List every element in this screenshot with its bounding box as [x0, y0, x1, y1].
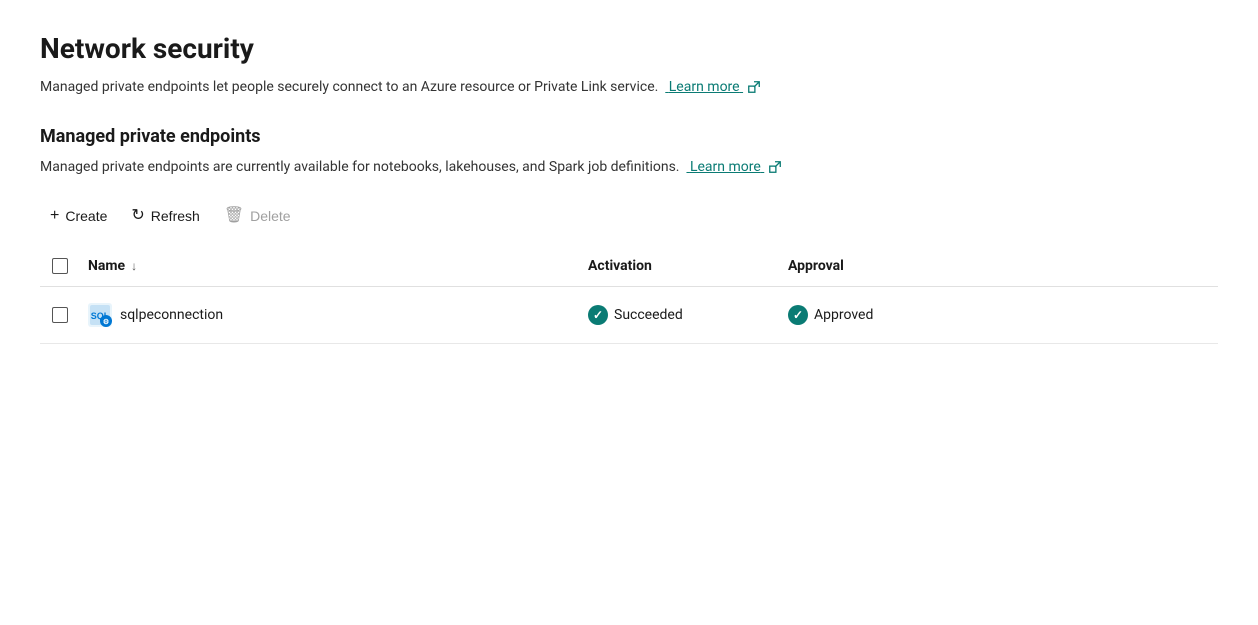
create-button[interactable]: + Create: [40, 202, 117, 230]
endpoint-name: sqlpeconnection: [120, 307, 223, 323]
column-header-extra: [980, 262, 1218, 270]
page-description: Managed private endpoints let people sec…: [40, 77, 800, 98]
name-cell: SQL ⚙ sqlpeconnection: [80, 299, 580, 331]
learn-more-link-1[interactable]: Learn more: [665, 79, 743, 95]
external-link-icon-2: [768, 160, 782, 174]
svg-text:⚙: ⚙: [103, 318, 109, 326]
refresh-label: Refresh: [151, 208, 200, 224]
column-header-name: Name ↓: [80, 254, 580, 278]
approval-status-text: Approved: [814, 307, 873, 323]
delete-label: Delete: [250, 208, 290, 224]
plus-icon: +: [50, 208, 59, 224]
approval-status-badge: Approved: [788, 305, 972, 325]
activation-cell: Succeeded: [580, 301, 780, 329]
section-title: Managed private endpoints: [40, 126, 1218, 147]
header-checkbox-wrapper: [40, 258, 80, 274]
approved-icon: [788, 305, 808, 325]
delete-button[interactable]: 🗑 Delete: [214, 202, 301, 230]
learn-more-link-2[interactable]: Learn more: [686, 159, 764, 175]
refresh-button[interactable]: ↻ Refresh: [121, 202, 209, 230]
activation-status-text: Succeeded: [614, 307, 683, 323]
approval-cell: Approved: [780, 301, 980, 329]
sort-icon[interactable]: ↓: [131, 259, 137, 273]
extra-cell: [980, 311, 1218, 319]
sql-icon: SQL ⚙: [88, 303, 112, 327]
section-description: Managed private endpoints are currently …: [40, 157, 800, 178]
activation-status-badge: Succeeded: [588, 305, 772, 325]
table-header: Name ↓ Activation Approval: [40, 246, 1218, 287]
select-all-checkbox[interactable]: [52, 258, 68, 274]
column-header-activation: Activation: [580, 254, 780, 278]
row-checkbox[interactable]: [52, 307, 68, 323]
row-checkbox-wrapper: [40, 307, 80, 323]
toolbar: + Create ↻ Refresh 🗑 Delete: [40, 202, 1218, 230]
external-link-icon-1: [747, 80, 761, 94]
table-row: SQL ⚙ sqlpeconnection Succeeded Approved: [40, 287, 1218, 344]
trash-icon: 🗑: [224, 208, 244, 224]
succeeded-icon: [588, 305, 608, 325]
create-label: Create: [65, 208, 107, 224]
page-title: Network security: [40, 32, 1218, 65]
endpoints-table: Name ↓ Activation Approval SQL ⚙: [40, 246, 1218, 344]
column-header-approval: Approval: [780, 254, 980, 278]
refresh-icon: ↻: [131, 208, 144, 224]
